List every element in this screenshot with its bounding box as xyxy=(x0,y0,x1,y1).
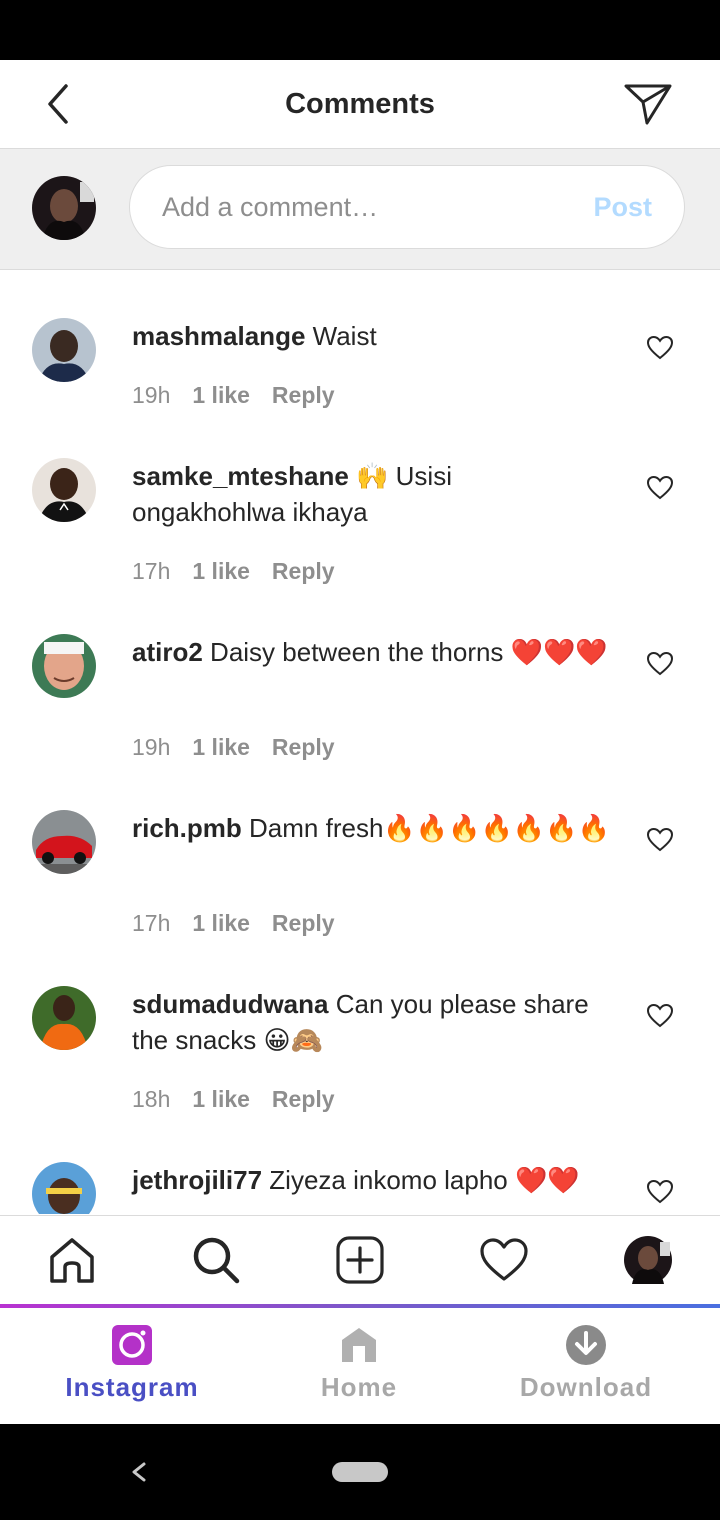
tab-download[interactable]: Download xyxy=(466,1308,706,1424)
avatar[interactable] xyxy=(32,318,96,382)
comments-list: mashmalange Waist 19h 1 like Reply samke_m… xyxy=(0,270,720,1214)
comment-emoji: ❤️❤️ xyxy=(514,1165,580,1195)
system-home-button[interactable] xyxy=(332,1462,388,1482)
comment-input-wrapper: Post xyxy=(129,165,685,249)
comment-username[interactable]: rich.pmb xyxy=(132,813,242,843)
comment-likes[interactable]: 1 like xyxy=(192,734,250,760)
comment-meta: 18h 1 like Reply xyxy=(132,1084,357,1114)
like-heart-icon[interactable] xyxy=(646,474,674,502)
heart-icon xyxy=(480,1238,528,1281)
reply-button[interactable]: Reply xyxy=(272,734,335,760)
avatar[interactable] xyxy=(32,986,96,1050)
tab-label: Download xyxy=(519,1372,653,1402)
nav-new-post-button[interactable] xyxy=(334,1234,386,1286)
comment-username[interactable]: jethrojili77 xyxy=(132,1165,262,1195)
like-heart-icon[interactable] xyxy=(646,1178,674,1206)
comment-emoji: 🙌 xyxy=(356,461,389,491)
avatar[interactable] xyxy=(32,810,96,874)
comment-likes[interactable]: 1 like xyxy=(192,1086,250,1112)
comment-text: mashmalange Waist xyxy=(132,318,612,354)
comment-body: Daisy between the thorns xyxy=(210,637,504,667)
comment-time: 17h xyxy=(132,558,171,584)
tab-home[interactable]: Home xyxy=(239,1308,479,1424)
comment-meta: 17h 1 like Reply xyxy=(132,908,357,938)
reply-button[interactable]: Reply xyxy=(272,1086,335,1112)
home-icon xyxy=(342,1328,376,1362)
comment-meta: 17h 1 like Reply xyxy=(132,556,357,586)
profile-avatar xyxy=(624,1236,672,1284)
comment-time: 19h xyxy=(132,382,171,408)
bottom-nav xyxy=(0,1215,720,1305)
system-nav-bar xyxy=(0,1424,720,1520)
status-bar xyxy=(0,0,720,60)
comment-likes[interactable]: 1 like xyxy=(192,910,250,936)
avatar[interactable] xyxy=(32,458,96,522)
page-title: Comments xyxy=(285,88,435,120)
comment-username[interactable]: mashmalange xyxy=(132,321,305,351)
instagram-icon xyxy=(112,1325,152,1365)
nav-activity-button[interactable] xyxy=(478,1234,530,1286)
comment-text: samke_mteshane 🙌 Usisi ongakhohlwa ikhay… xyxy=(132,458,612,530)
post-button[interactable]: Post xyxy=(593,166,652,248)
tab-instagram[interactable]: Instagram xyxy=(12,1308,252,1424)
comment-text: atiro2 Daisy between the thorns ❤️❤️❤️ xyxy=(132,634,612,670)
comment-body: Ziyeza inkomo lapho xyxy=(269,1165,508,1195)
nav-profile-button[interactable] xyxy=(622,1234,674,1286)
add-post-icon xyxy=(336,1236,384,1284)
top-bar: Comments xyxy=(0,60,720,149)
nav-search-button[interactable] xyxy=(190,1234,242,1286)
comment-username[interactable]: atiro2 xyxy=(132,637,203,667)
comment-text: sdumadudwana Can you please share the sn… xyxy=(132,986,612,1058)
comment-username[interactable]: samke_mteshane xyxy=(132,461,349,491)
download-icon xyxy=(566,1325,606,1365)
comment-body: Damn fresh xyxy=(249,813,384,843)
comment-time: 17h xyxy=(132,910,171,936)
app-tab-bar: Instagram Home Download xyxy=(0,1308,720,1424)
comment-time: 19h xyxy=(132,734,171,760)
avatar[interactable] xyxy=(32,1162,96,1214)
home-icon xyxy=(50,1238,94,1283)
tab-label: Home xyxy=(320,1372,398,1402)
avatar xyxy=(32,176,96,240)
comment-likes[interactable]: 1 like xyxy=(192,558,250,584)
reply-button[interactable]: Reply xyxy=(272,558,335,584)
search-icon xyxy=(193,1237,240,1284)
comment-emoji: ❤️❤️❤️ xyxy=(510,637,608,667)
tab-label: Instagram xyxy=(65,1372,199,1402)
comment-emoji: 😀🙈 xyxy=(263,1025,324,1055)
comment-text: jethrojili77 Ziyeza inkomo lapho ❤️❤️ xyxy=(132,1162,612,1198)
like-heart-icon[interactable] xyxy=(646,1002,674,1030)
comment-time: 18h xyxy=(132,1086,171,1112)
comment-composer: Post xyxy=(0,149,720,270)
like-heart-icon[interactable] xyxy=(646,334,674,362)
comment-emoji: 🔥🔥🔥🔥🔥🔥🔥 xyxy=(383,813,611,843)
system-back-button[interactable] xyxy=(124,1450,154,1494)
avatar[interactable] xyxy=(32,634,96,698)
comment-username[interactable]: sdumadudwana xyxy=(132,989,328,1019)
reply-button[interactable]: Reply xyxy=(272,382,335,408)
reply-button[interactable]: Reply xyxy=(272,910,335,936)
comment-input[interactable] xyxy=(162,166,562,248)
comment-body: Waist xyxy=(312,321,377,351)
comment-meta: 19h 1 like Reply xyxy=(132,380,357,410)
direct-message-button[interactable] xyxy=(620,80,676,128)
comment-likes[interactable]: 1 like xyxy=(192,382,250,408)
nav-home-button[interactable] xyxy=(46,1234,98,1286)
like-heart-icon[interactable] xyxy=(646,826,674,854)
comment-meta: 19h 1 like Reply xyxy=(132,732,357,762)
comment-text: rich.pmb Damn fresh🔥🔥🔥🔥🔥🔥🔥 xyxy=(132,810,612,846)
like-heart-icon[interactable] xyxy=(646,650,674,678)
paper-plane-icon xyxy=(624,84,672,125)
